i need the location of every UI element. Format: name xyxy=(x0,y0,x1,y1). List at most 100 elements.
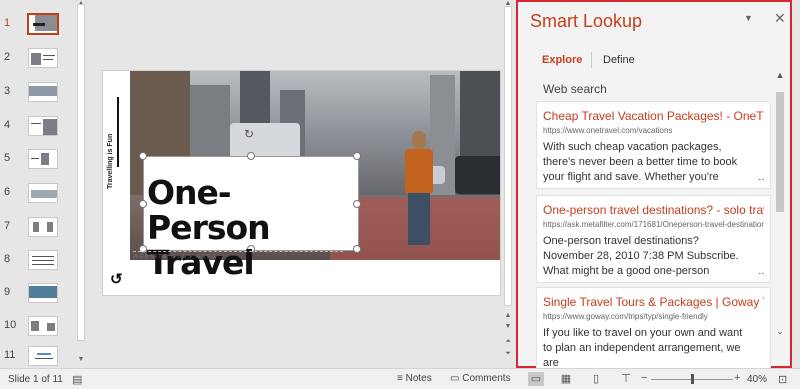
thumbnail-number: 4 xyxy=(4,119,11,131)
thumbnail-slide-7[interactable]: 7 xyxy=(0,217,70,239)
thumbnail-slide-5[interactable]: 5 xyxy=(0,149,70,171)
resize-handle[interactable] xyxy=(139,200,147,208)
thumbnail-number: 6 xyxy=(4,186,11,198)
thumbnail-pane: 1 2 3 4 5 6 7 8 9 10 11 ▼ xyxy=(0,0,89,368)
result-card[interactable]: One-person travel destinations? - solo t… xyxy=(536,195,771,283)
comment-icon: ▭ xyxy=(450,373,463,384)
thumbnail-slide-1[interactable]: 1 xyxy=(0,13,70,36)
tab-explore[interactable]: Explore xyxy=(542,54,582,66)
thumbnail-image xyxy=(28,316,58,336)
thumbnail-slide-6[interactable]: 6 xyxy=(0,183,70,205)
previous-slide-icon[interactable]: ⏶ xyxy=(504,338,512,346)
thumbnail-image xyxy=(28,149,58,169)
vertical-rule xyxy=(117,97,119,167)
zoom-in-icon[interactable]: + xyxy=(734,372,740,384)
next-slide-icon[interactable]: ⏷ xyxy=(504,350,512,358)
result-snippet: If you like to travel on your own and wa… xyxy=(543,326,764,369)
thumbnail-number: 2 xyxy=(4,51,11,63)
resize-handle[interactable] xyxy=(247,152,255,160)
thumbnail-number: 11 xyxy=(4,349,16,361)
result-snippet-text: With such cheap vacation packages, there… xyxy=(543,141,738,183)
thumbnail-image xyxy=(28,82,58,102)
scroll-down-icon[interactable]: ▼ xyxy=(504,323,512,330)
thumbnail-number: 10 xyxy=(4,319,17,331)
chevron-down-icon[interactable]: ⌄ xyxy=(774,326,786,337)
zoom-slider-thumb[interactable] xyxy=(691,374,694,384)
result-card[interactable]: Cheap Travel Vacation Packages! - OneTra… xyxy=(536,101,771,189)
thumbnail-slide-4[interactable]: 4 xyxy=(0,116,70,138)
tab-define[interactable]: Define xyxy=(603,54,635,66)
thumbnail-image xyxy=(28,183,58,203)
scroll-down-icon[interactable]: ▼ xyxy=(77,356,85,363)
resize-handle[interactable] xyxy=(353,200,361,208)
notes-button[interactable]: ≡ Notes xyxy=(397,373,432,384)
scrollbar-thumb[interactable] xyxy=(504,6,512,306)
result-snippet: With such cheap vacation packages, there… xyxy=(543,140,764,185)
result-url: https://www.goway.com/trips/typ/single-f… xyxy=(543,312,708,321)
slide-editor: Travelling is Fun ↻ One-Person Travel WE… xyxy=(89,0,515,368)
comments-button[interactable]: ▭ Comments xyxy=(450,373,511,384)
slide-canvas[interactable]: Travelling is Fun ↻ One-Person Travel WE… xyxy=(102,70,501,296)
thumbnail-image xyxy=(28,217,58,237)
pane-title: Smart Lookup xyxy=(530,11,643,31)
result-snippet-text: One-person travel destinations? November… xyxy=(543,235,739,277)
slideshow-icon[interactable]: ⊤ xyxy=(618,372,634,386)
result-card[interactable]: Single Travel Tours & Packages | Goway T… xyxy=(536,287,771,369)
thumbnail-slide-3[interactable]: 3 xyxy=(0,82,70,104)
thumbnail-number: 1 xyxy=(4,17,11,29)
slide-website-text: WEBSITE GOES HERE xyxy=(133,251,343,260)
result-snippet-text: If you like to travel on your own and wa… xyxy=(543,327,743,369)
editor-scrollbar[interactable]: ▲ ▲ ▼ ⏶ ⏷ xyxy=(503,0,513,368)
result-snippet: One-person travel destinations? November… xyxy=(543,234,764,279)
scrollbar-thumb[interactable] xyxy=(776,92,784,212)
thumbnail-number: 3 xyxy=(4,85,11,97)
slide-counter: Slide 1 of 11 xyxy=(8,374,63,385)
search-results: Cheap Travel Vacation Packages! - OneTra… xyxy=(536,101,771,369)
thumbnail-image xyxy=(28,346,58,366)
result-title[interactable]: Cheap Travel Vacation Packages! - OneTra… xyxy=(543,109,764,124)
result-title[interactable]: Single Travel Tours & Packages | Goway T… xyxy=(543,295,764,310)
zoom-level[interactable]: 40% xyxy=(747,374,767,385)
pane-options-chevron-icon[interactable]: ▼ xyxy=(744,13,753,23)
rotate-handle-icon[interactable]: ↻ xyxy=(244,127,254,141)
resize-handle[interactable] xyxy=(139,152,147,160)
section-heading: Web search xyxy=(543,82,607,96)
thumbnail-slide-11[interactable]: 11 xyxy=(0,346,70,368)
reading-view-icon[interactable]: ▯ xyxy=(588,372,604,386)
tab-divider xyxy=(591,52,592,68)
fit-to-window-icon[interactable]: ⊡ xyxy=(778,373,787,386)
normal-view-icon[interactable]: ▭ xyxy=(528,372,544,386)
thumbnail-slide-9[interactable]: 9 xyxy=(0,283,70,305)
thumbnail-image xyxy=(27,13,59,35)
scrollbar-thumb[interactable] xyxy=(77,4,85,341)
result-url: https://www.onetravel.com/vacations xyxy=(543,126,673,135)
result-title[interactable]: One-person travel destinations? - solo t… xyxy=(543,203,764,218)
thumbnail-number: 7 xyxy=(4,220,11,232)
slide-sorter-icon[interactable]: ▦ xyxy=(558,372,574,386)
thumbnail-number: 9 xyxy=(4,286,11,298)
scroll-up-icon[interactable]: ▲ xyxy=(504,312,512,319)
thumbnail-number: 5 xyxy=(4,152,11,164)
comments-label: Comments xyxy=(462,373,511,384)
status-bar: Slide 1 of 11 ▤ ≡ Notes ▭ Comments ▭ ▦ ▯… xyxy=(0,368,800,389)
slide-vertical-text: Travelling is Fun xyxy=(107,133,114,189)
spellcheck-icon[interactable]: ▤ xyxy=(72,373,82,386)
more-icon[interactable]: … xyxy=(758,264,764,279)
resize-handle[interactable] xyxy=(353,152,361,160)
more-icon[interactable]: … xyxy=(758,170,764,185)
pane-scrollbar[interactable]: ▲ ⌄ xyxy=(774,70,786,348)
resize-handle[interactable] xyxy=(353,245,361,253)
smart-lookup-pane: Smart Lookup ▼ ✕ Explore Define Web sear… xyxy=(516,0,792,369)
thumbnail-slide-8[interactable]: 8 xyxy=(0,250,70,272)
notes-icon: ≡ xyxy=(397,373,406,384)
zoom-out-icon[interactable]: − xyxy=(641,372,647,384)
close-icon[interactable]: ✕ xyxy=(774,10,786,27)
slide-title[interactable]: One-Person Travel xyxy=(147,175,347,280)
thumbnail-image xyxy=(28,250,58,270)
thumbnail-scrollbar[interactable]: ▲ ▼ xyxy=(76,0,86,368)
result-url: https://ask.metafilter.com/171681/Oneper… xyxy=(543,220,764,229)
thumbnail-slide-10[interactable]: 10 xyxy=(0,316,70,338)
thumbnail-slide-2[interactable]: 2 xyxy=(0,48,70,70)
scroll-up-icon[interactable]: ▲ xyxy=(774,70,786,80)
notes-label: Notes xyxy=(405,373,432,384)
